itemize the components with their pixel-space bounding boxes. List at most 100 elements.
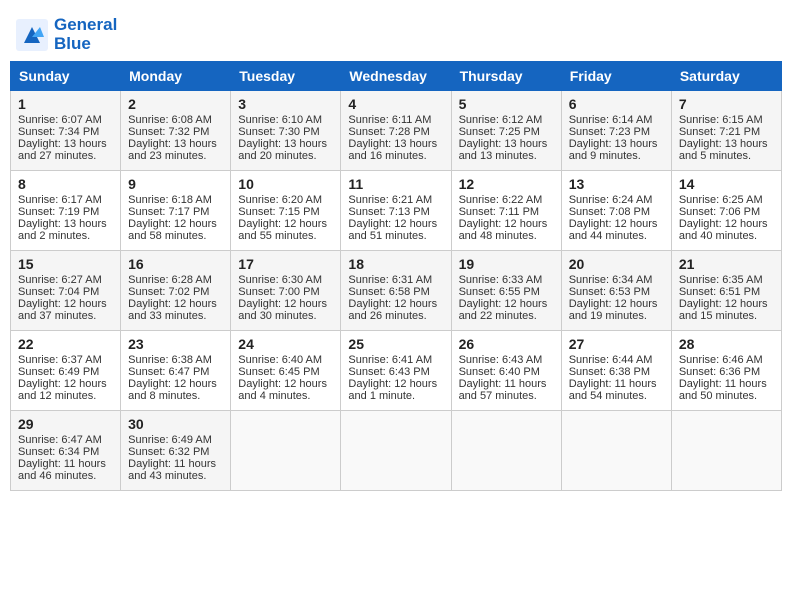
cell-info-line: Sunrise: 6:14 AM (569, 114, 664, 126)
cell-info-line: Sunset: 6:55 PM (459, 286, 554, 298)
cell-info-line: Sunset: 7:15 PM (238, 206, 333, 218)
cell-info-line: and 43 minutes. (128, 470, 223, 482)
calendar-cell: 9Sunrise: 6:18 AMSunset: 7:17 PMDaylight… (121, 171, 231, 251)
cell-info-line: Sunrise: 6:34 AM (569, 274, 664, 286)
calendar-week-3: 15Sunrise: 6:27 AMSunset: 7:04 PMDayligh… (11, 251, 782, 331)
day-number: 25 (348, 336, 443, 352)
calendar-header-row: SundayMondayTuesdayWednesdayThursdayFrid… (11, 62, 782, 91)
logo-text: General Blue (54, 16, 117, 53)
cell-info-line: Sunset: 6:51 PM (679, 286, 774, 298)
cell-info-line: Sunrise: 6:35 AM (679, 274, 774, 286)
calendar-cell (341, 411, 451, 491)
cell-info-line: and 20 minutes. (238, 150, 333, 162)
cell-info-line: Sunset: 6:45 PM (238, 366, 333, 378)
cell-info-line: Daylight: 12 hours (569, 218, 664, 230)
cell-info-line: and 12 minutes. (18, 390, 113, 402)
day-number: 7 (679, 96, 774, 112)
cell-info-line: Sunset: 6:38 PM (569, 366, 664, 378)
day-number: 28 (679, 336, 774, 352)
cell-info-line: Daylight: 12 hours (459, 298, 554, 310)
day-number: 4 (348, 96, 443, 112)
calendar-cell (451, 411, 561, 491)
cell-info-line: Daylight: 12 hours (238, 298, 333, 310)
cell-info-line: Sunset: 7:11 PM (459, 206, 554, 218)
cell-info-line: Sunrise: 6:07 AM (18, 114, 113, 126)
logo-icon (14, 17, 50, 53)
cell-info-line: and 4 minutes. (238, 390, 333, 402)
cell-info-line: Sunset: 7:06 PM (679, 206, 774, 218)
cell-info-line: and 23 minutes. (128, 150, 223, 162)
day-number: 21 (679, 256, 774, 272)
day-number: 17 (238, 256, 333, 272)
calendar-week-4: 22Sunrise: 6:37 AMSunset: 6:49 PMDayligh… (11, 331, 782, 411)
day-number: 24 (238, 336, 333, 352)
page-header: General Blue (10, 10, 782, 53)
cell-info-line: Daylight: 11 hours (679, 378, 774, 390)
cell-info-line: Daylight: 12 hours (348, 298, 443, 310)
cell-info-line: and 51 minutes. (348, 230, 443, 242)
cell-info-line: Sunset: 7:19 PM (18, 206, 113, 218)
cell-info-line: Sunrise: 6:20 AM (238, 194, 333, 206)
calendar-cell: 17Sunrise: 6:30 AMSunset: 7:00 PMDayligh… (231, 251, 341, 331)
day-number: 11 (348, 176, 443, 192)
cell-info-line: and 46 minutes. (18, 470, 113, 482)
cell-info-line: and 40 minutes. (679, 230, 774, 242)
cell-info-line: Daylight: 12 hours (679, 218, 774, 230)
calendar-cell: 26Sunrise: 6:43 AMSunset: 6:40 PMDayligh… (451, 331, 561, 411)
calendar-cell: 14Sunrise: 6:25 AMSunset: 7:06 PMDayligh… (671, 171, 781, 251)
cell-info-line: Daylight: 12 hours (128, 378, 223, 390)
logo: General Blue (14, 16, 117, 53)
cell-info-line: and 9 minutes. (569, 150, 664, 162)
cell-info-line: and 26 minutes. (348, 310, 443, 322)
cell-info-line: Sunrise: 6:31 AM (348, 274, 443, 286)
cell-info-line: Daylight: 12 hours (348, 378, 443, 390)
cell-info-line: Sunset: 7:34 PM (18, 126, 113, 138)
day-number: 13 (569, 176, 664, 192)
calendar-cell: 13Sunrise: 6:24 AMSunset: 7:08 PMDayligh… (561, 171, 671, 251)
day-number: 15 (18, 256, 113, 272)
cell-info-line: Sunset: 6:36 PM (679, 366, 774, 378)
column-header-thursday: Thursday (451, 62, 561, 91)
cell-info-line: Sunrise: 6:18 AM (128, 194, 223, 206)
cell-info-line: and 8 minutes. (128, 390, 223, 402)
calendar-cell: 3Sunrise: 6:10 AMSunset: 7:30 PMDaylight… (231, 91, 341, 171)
cell-info-line: Sunrise: 6:08 AM (128, 114, 223, 126)
cell-info-line: Sunrise: 6:33 AM (459, 274, 554, 286)
column-header-tuesday: Tuesday (231, 62, 341, 91)
cell-info-line: Daylight: 12 hours (238, 378, 333, 390)
cell-info-line: Sunset: 7:02 PM (128, 286, 223, 298)
cell-info-line: and 30 minutes. (238, 310, 333, 322)
cell-info-line: Sunset: 6:47 PM (128, 366, 223, 378)
cell-info-line: and 2 minutes. (18, 230, 113, 242)
cell-info-line: Daylight: 11 hours (569, 378, 664, 390)
cell-info-line: and 50 minutes. (679, 390, 774, 402)
calendar-week-2: 8Sunrise: 6:17 AMSunset: 7:19 PMDaylight… (11, 171, 782, 251)
calendar-cell: 20Sunrise: 6:34 AMSunset: 6:53 PMDayligh… (561, 251, 671, 331)
calendar-table: SundayMondayTuesdayWednesdayThursdayFrid… (10, 61, 782, 491)
day-number: 22 (18, 336, 113, 352)
calendar-cell: 8Sunrise: 6:17 AMSunset: 7:19 PMDaylight… (11, 171, 121, 251)
calendar-cell: 7Sunrise: 6:15 AMSunset: 7:21 PMDaylight… (671, 91, 781, 171)
cell-info-line: Daylight: 11 hours (18, 458, 113, 470)
cell-info-line: and 22 minutes. (459, 310, 554, 322)
calendar-cell: 11Sunrise: 6:21 AMSunset: 7:13 PMDayligh… (341, 171, 451, 251)
cell-info-line: Sunset: 7:30 PM (238, 126, 333, 138)
cell-info-line: Daylight: 12 hours (128, 298, 223, 310)
cell-info-line: Sunrise: 6:40 AM (238, 354, 333, 366)
cell-info-line: Sunset: 7:17 PM (128, 206, 223, 218)
column-header-wednesday: Wednesday (341, 62, 451, 91)
cell-info-line: Sunrise: 6:49 AM (128, 434, 223, 446)
cell-info-line: Sunrise: 6:37 AM (18, 354, 113, 366)
calendar-cell: 19Sunrise: 6:33 AMSunset: 6:55 PMDayligh… (451, 251, 561, 331)
cell-info-line: Daylight: 13 hours (238, 138, 333, 150)
calendar-cell: 22Sunrise: 6:37 AMSunset: 6:49 PMDayligh… (11, 331, 121, 411)
day-number: 16 (128, 256, 223, 272)
calendar-cell: 18Sunrise: 6:31 AMSunset: 6:58 PMDayligh… (341, 251, 451, 331)
calendar-week-1: 1Sunrise: 6:07 AMSunset: 7:34 PMDaylight… (11, 91, 782, 171)
day-number: 30 (128, 416, 223, 432)
cell-info-line: Daylight: 11 hours (128, 458, 223, 470)
day-number: 26 (459, 336, 554, 352)
cell-info-line: Sunset: 6:34 PM (18, 446, 113, 458)
day-number: 5 (459, 96, 554, 112)
cell-info-line: Sunset: 7:21 PM (679, 126, 774, 138)
